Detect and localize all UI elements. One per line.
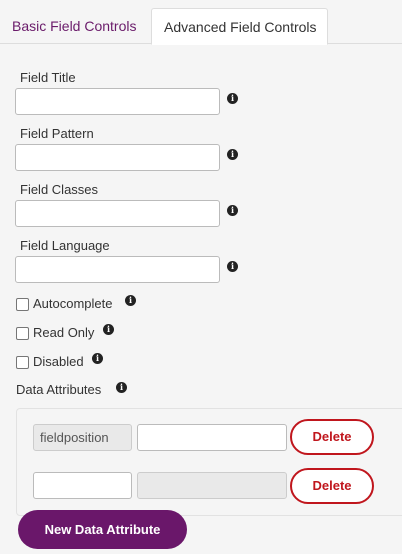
data-attribute-value — [137, 472, 287, 499]
delete-button[interactable]: Delete — [290, 419, 374, 455]
field-language-label: Field Language — [20, 238, 110, 253]
field-title-label: Field Title — [20, 70, 76, 85]
field-language-input[interactable] — [15, 256, 220, 283]
field-pattern-label: Field Pattern — [20, 126, 94, 141]
info-icon[interactable]: i — [103, 324, 114, 335]
disabled-label: Disabled — [33, 354, 84, 369]
info-icon[interactable]: i — [116, 382, 127, 393]
tab-advanced-field-controls[interactable]: Advanced Field Controls — [151, 8, 328, 45]
info-icon[interactable]: i — [227, 93, 238, 104]
info-icon[interactable]: i — [227, 205, 238, 216]
field-classes-label: Field Classes — [20, 182, 99, 197]
autocomplete-label: Autocomplete — [33, 296, 113, 311]
info-icon[interactable]: i — [227, 261, 238, 272]
tab-basic-field-controls[interactable]: Basic Field Controls — [0, 8, 149, 45]
field-classes-input[interactable] — [15, 200, 220, 227]
data-attribute-name-input[interactable] — [33, 472, 132, 499]
data-attribute-name: fieldposition — [33, 424, 132, 451]
delete-button[interactable]: Delete — [290, 468, 374, 504]
autocomplete-checkbox[interactable] — [16, 298, 29, 311]
info-icon[interactable]: i — [227, 149, 238, 160]
field-pattern-input[interactable] — [15, 144, 220, 171]
disabled-checkbox[interactable] — [16, 356, 29, 369]
info-icon[interactable]: i — [125, 295, 136, 306]
data-attribute-value-input[interactable] — [137, 424, 287, 451]
data-attributes-label: Data Attributes — [16, 382, 102, 397]
info-icon[interactable]: i — [92, 353, 103, 364]
new-data-attribute-button[interactable]: New Data Attribute — [18, 510, 187, 549]
read-only-checkbox[interactable] — [16, 327, 29, 340]
read-only-label: Read Only — [33, 325, 95, 340]
field-title-input[interactable] — [15, 88, 220, 115]
tab-bar: Basic Field Controls Advanced Field Cont… — [0, 0, 402, 45]
